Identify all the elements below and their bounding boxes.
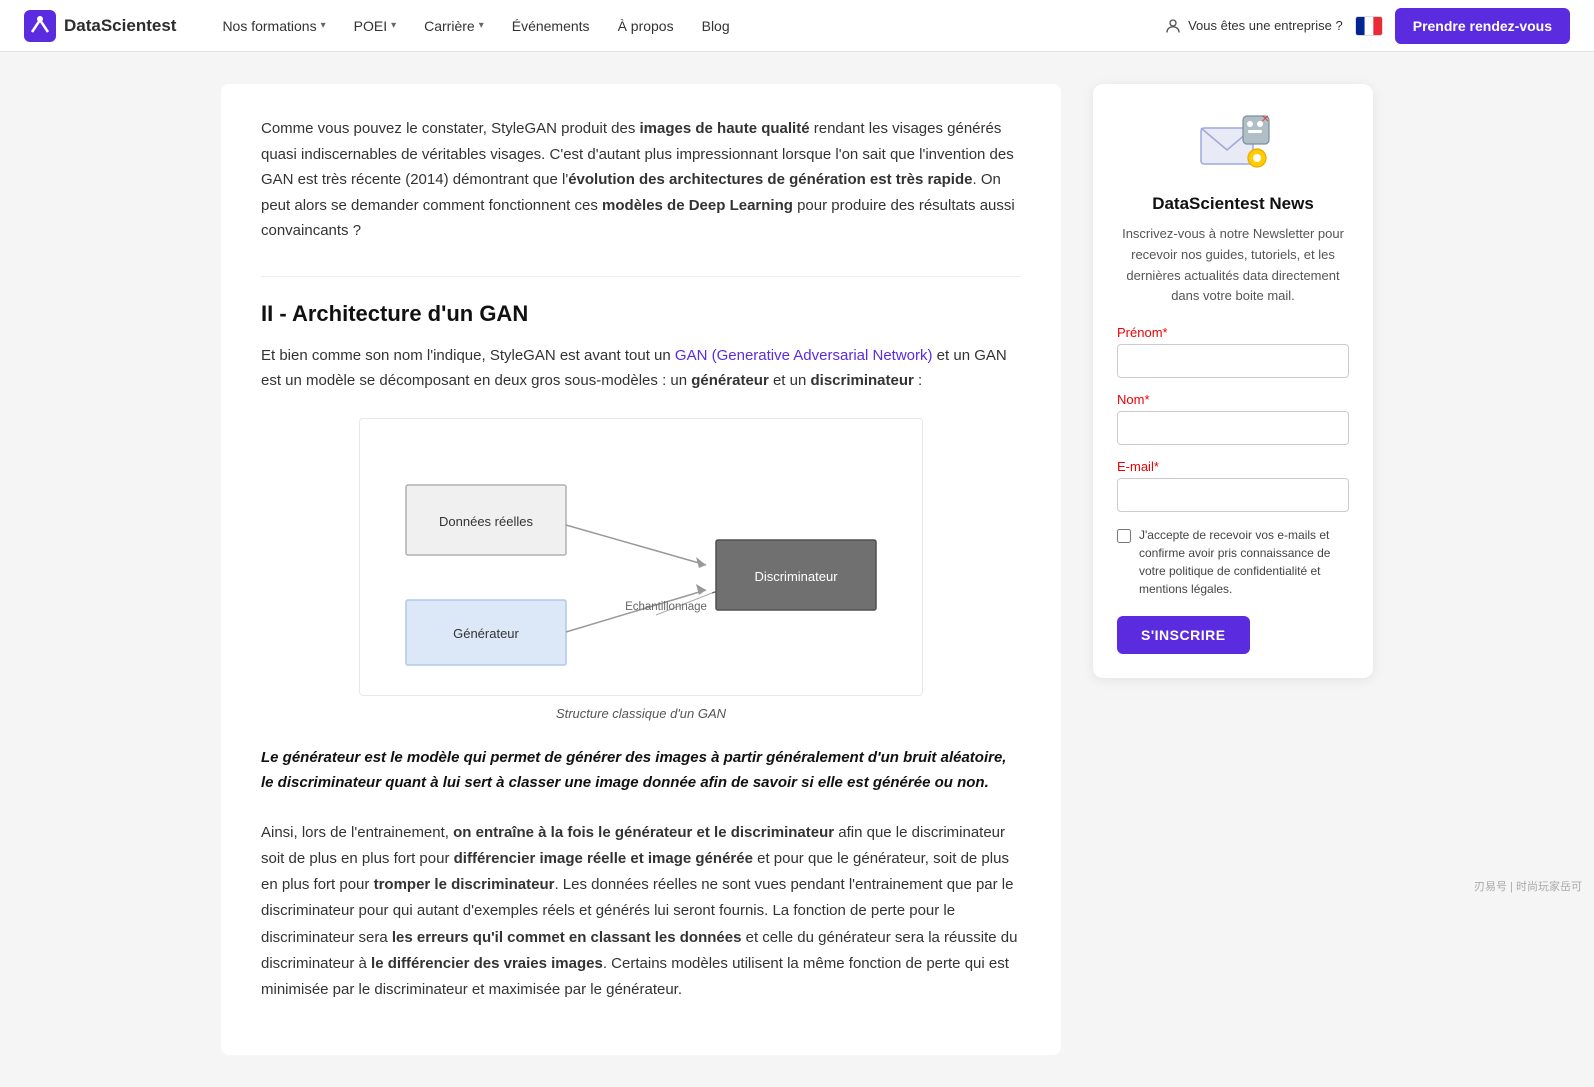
chevron-down-icon: ▾	[391, 20, 396, 31]
main-content: Comme vous pouvez le constater, StyleGAN…	[221, 84, 1061, 1055]
inscrire-button[interactable]: S'INSCRIRE	[1117, 616, 1250, 654]
consent-checkbox-row: J'accepte de recevoir vos e-mails et con…	[1117, 526, 1349, 598]
newsletter-icon: ✕	[1117, 108, 1349, 182]
logo[interactable]: DataScientest	[24, 10, 176, 42]
navigation: DataScientest Nos formations ▾ POEI ▾ Ca…	[0, 0, 1594, 52]
svg-text:Discriminateur: Discriminateur	[754, 569, 838, 584]
section-intro: Et bien comme son nom l'indique, StyleGA…	[261, 343, 1021, 394]
nav-carriere[interactable]: Carrière ▾	[410, 0, 498, 52]
nav-evenements[interactable]: Événements	[498, 0, 604, 52]
email-label: E-mail*	[1117, 459, 1349, 474]
page-layout: Comme vous pouvez le constater, StyleGAN…	[197, 52, 1397, 1087]
intro-paragraph: Comme vous pouvez le constater, StyleGAN…	[261, 116, 1021, 244]
nom-label: Nom*	[1117, 392, 1349, 407]
nav-apropos[interactable]: À propos	[604, 0, 688, 52]
enterprise-icon	[1164, 17, 1182, 35]
watermark: 刃易号 | 时尚玩家岳可	[1474, 878, 1582, 894]
nav-links: Nos formations ▾ POEI ▾ Carrière ▾ Événe…	[208, 0, 1164, 52]
nav-poei[interactable]: POEI ▾	[340, 0, 411, 52]
enterprise-link[interactable]: Vous êtes une entreprise ?	[1164, 17, 1343, 35]
email-input[interactable]	[1117, 478, 1349, 512]
language-flag[interactable]	[1355, 16, 1383, 36]
form-field-nom: Nom*	[1117, 392, 1349, 445]
newsletter-desc: Inscrivez-vous à notre Newsletter pour r…	[1117, 224, 1349, 307]
diagram-caption: Structure classique d'un GAN	[556, 706, 726, 721]
consent-label: J'accepte de recevoir vos e-mails et con…	[1139, 526, 1349, 598]
prenom-input[interactable]	[1117, 344, 1349, 378]
form-field-prenom: Prénom*	[1117, 325, 1349, 378]
chevron-down-icon: ▾	[321, 20, 326, 31]
nav-blog[interactable]: Blog	[688, 0, 744, 52]
logo-icon	[24, 10, 56, 42]
newsletter-illustration: ✕	[1193, 108, 1273, 178]
nom-input[interactable]	[1117, 411, 1349, 445]
svg-text:Générateur: Générateur	[453, 626, 519, 641]
diagram-svg: Données réelles Générateur Echantillonna…	[359, 418, 923, 696]
consent-checkbox[interactable]	[1117, 529, 1131, 543]
nav-nos-formations[interactable]: Nos formations ▾	[208, 0, 339, 52]
newsletter-card: ✕ DataScientest News Inscrivez-vous à no…	[1093, 84, 1373, 678]
prenom-label: Prénom*	[1117, 325, 1349, 340]
newsletter-title: DataScientest News	[1117, 194, 1349, 214]
form-field-email: E-mail*	[1117, 459, 1349, 512]
sidebar: ✕ DataScientest News Inscrivez-vous à no…	[1093, 84, 1373, 678]
diagram-container: Données réelles Générateur Echantillonna…	[261, 418, 1021, 721]
gan-link[interactable]: GAN (Generative Adversarial Network)	[675, 347, 933, 364]
body-paragraph: Ainsi, lors de l'entrainement, on entraî…	[261, 820, 1021, 1004]
gan-blockquote: Le générateur est le modèle qui permet d…	[261, 745, 1021, 796]
svg-text:✕: ✕	[1261, 114, 1269, 125]
section-title: II - Architecture d'un GAN	[261, 276, 1021, 327]
chevron-down-icon: ▾	[479, 20, 484, 31]
france-flag-icon	[1356, 17, 1382, 35]
nav-right: Vous êtes une entreprise ? Prendre rende…	[1164, 8, 1570, 44]
prendre-rdv-button[interactable]: Prendre rendez-vous	[1395, 8, 1570, 44]
svg-text:Données réelles: Données réelles	[439, 514, 533, 529]
svg-text:Echantillonnage: Echantillonnage	[625, 601, 707, 613]
